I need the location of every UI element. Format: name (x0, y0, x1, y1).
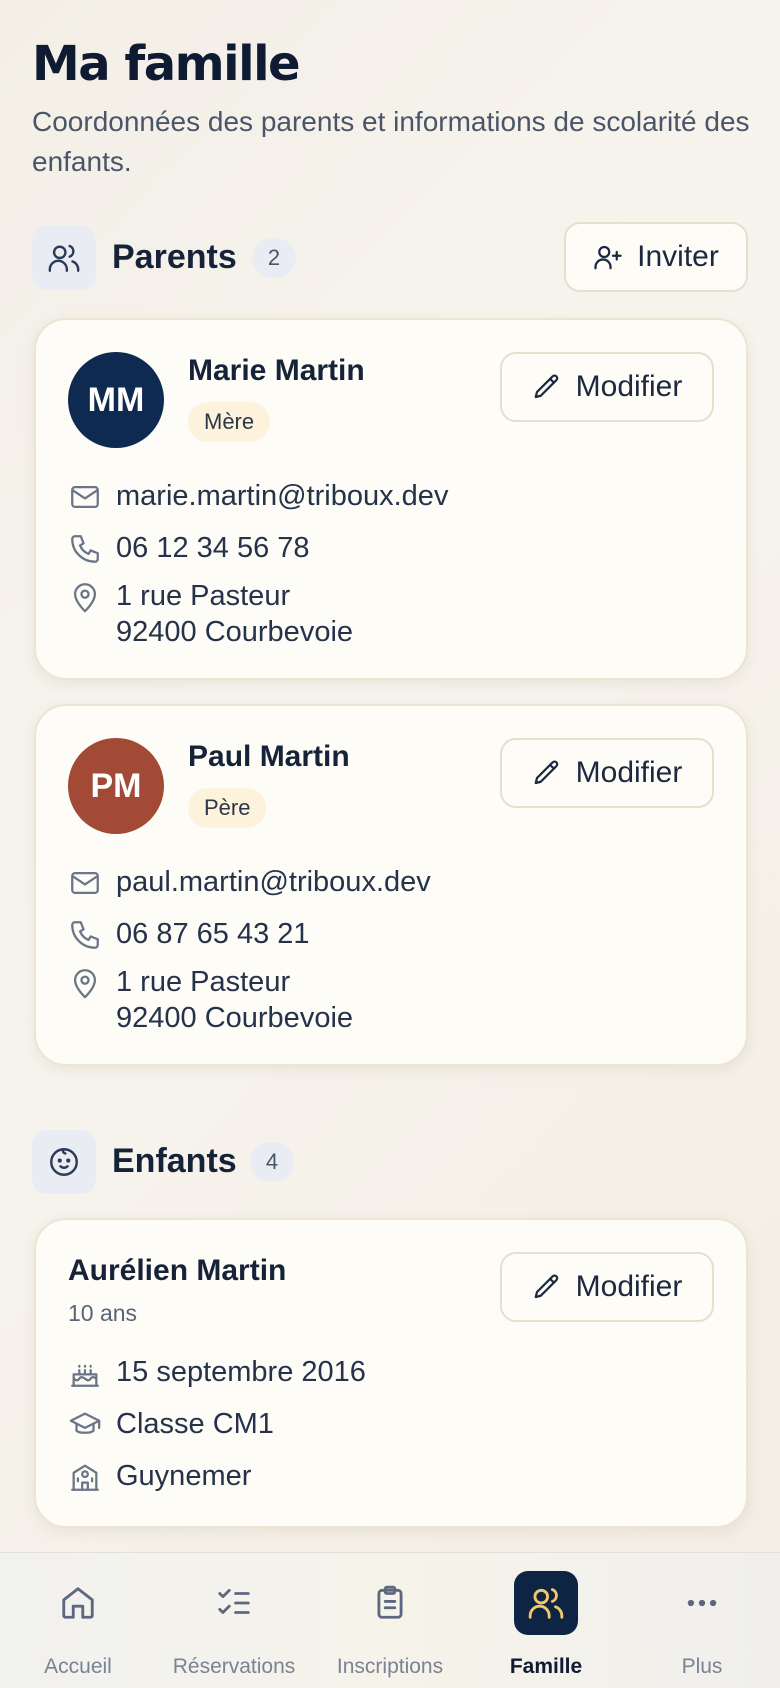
tab-inscriptions[interactable]: Inscriptions (312, 1553, 468, 1688)
school-icon (71, 1464, 99, 1491)
role-badge: Père (188, 788, 267, 828)
parent-name: Marie Martin (188, 354, 365, 387)
parents-section-title: Parents (112, 238, 237, 276)
bottom-tab-bar: Accueil Réservations Inscriptions Famill… (0, 1552, 780, 1688)
map-pin-icon (73, 969, 97, 999)
child-school: Guynemer (116, 1460, 252, 1492)
avatar: MM (68, 352, 164, 448)
tab-label: Plus (681, 1655, 723, 1678)
home-icon (46, 1571, 110, 1635)
school-row: Guynemer (68, 1458, 714, 1494)
address-line1: 1 rue Pasteur (116, 966, 291, 998)
pencil-icon (534, 1274, 558, 1299)
map-pin-icon (73, 583, 97, 613)
edit-button-label: Modifier (575, 756, 683, 789)
baby-face-icon (32, 1130, 96, 1194)
tab-famille[interactable]: Famille (468, 1553, 624, 1688)
parent-email[interactable]: paul.martin@triboux.dev (116, 864, 431, 900)
email-row: marie.martin@triboux.dev (68, 478, 714, 514)
phone-icon (71, 535, 99, 563)
child-name: Aurélien Martin (68, 1254, 287, 1287)
users-icon (32, 226, 96, 290)
tab-plus[interactable]: Plus (624, 1553, 780, 1688)
phone-icon (71, 921, 99, 949)
tab-label: Réservations (172, 1655, 296, 1678)
edit-button-label: Modifier (575, 370, 683, 403)
page-subtitle: Coordonnées des parents et informations … (32, 106, 750, 177)
family-page: Ma famille Coordonnées des parents et in… (0, 0, 780, 1688)
children-section-title: Enfants (112, 1142, 237, 1180)
more-dots-icon (670, 1571, 734, 1635)
users-icon (514, 1571, 578, 1635)
address-row: 1 rue Pasteur 92400 Courbevoie (68, 964, 714, 1036)
pencil-icon (534, 760, 558, 785)
cake-icon (71, 1364, 99, 1387)
checklist-icon (202, 1571, 266, 1635)
clipboard-icon (358, 1571, 422, 1635)
child-birthday: 15 septembre 2016 (116, 1356, 366, 1388)
email-row: paul.martin@triboux.dev (68, 864, 714, 900)
user-plus-icon (594, 245, 622, 270)
tab-label: Accueil (44, 1655, 112, 1678)
child-age: 10 ans (68, 1300, 138, 1326)
children-section-header: Enfants 4 (32, 1130, 748, 1194)
edit-child-button[interactable]: Modifier (500, 1252, 714, 1322)
parent-name: Paul Martin (188, 740, 350, 773)
parent-card: PM Paul Martin Père Modifier paul.martin… (34, 704, 748, 1066)
tab-label: Famille (509, 1655, 583, 1678)
tab-reservations[interactable]: Réservations (156, 1553, 312, 1688)
mail-icon (71, 871, 99, 895)
pencil-icon (534, 374, 558, 399)
parent-phone[interactable]: 06 87 65 43 21 (116, 916, 310, 952)
edit-button-label: Modifier (575, 1270, 683, 1303)
child-card: Aurélien Martin 10 ans Modifier 15 septe… (34, 1218, 748, 1528)
class-row: Classe CM1 (68, 1406, 714, 1442)
tab-label: Inscriptions (336, 1655, 444, 1678)
avatar: PM (68, 738, 164, 834)
address-line2: 92400 Courbevoie (116, 1002, 354, 1034)
mail-icon (71, 485, 99, 509)
birthday-row: 15 septembre 2016 (68, 1354, 714, 1390)
invite-button-label: Inviter (637, 240, 719, 273)
parent-card: MM Marie Martin Mère Modifier marie.mart… (34, 318, 748, 680)
role-badge: Mère (188, 402, 271, 442)
phone-row: 06 12 34 56 78 (68, 530, 714, 566)
address-line2: 92400 Courbevoie (116, 616, 354, 648)
parent-email[interactable]: marie.martin@triboux.dev (116, 478, 448, 514)
tab-accueil[interactable]: Accueil (0, 1553, 156, 1688)
parents-count-badge: 2 (252, 238, 296, 278)
edit-parent-button[interactable]: Modifier (500, 738, 714, 808)
phone-row: 06 87 65 43 21 (68, 916, 714, 952)
child-class: Classe CM1 (116, 1408, 274, 1440)
graduation-cap-icon (69, 1412, 101, 1434)
edit-parent-button[interactable]: Modifier (500, 352, 714, 422)
address-row: 1 rue Pasteur 92400 Courbevoie (68, 578, 714, 650)
invite-button[interactable]: Inviter (564, 222, 748, 292)
children-count-badge: 4 (250, 1142, 294, 1182)
page-title: Ma famille (32, 36, 301, 92)
parent-phone[interactable]: 06 12 34 56 78 (116, 530, 310, 566)
address-line1: 1 rue Pasteur (116, 580, 291, 612)
